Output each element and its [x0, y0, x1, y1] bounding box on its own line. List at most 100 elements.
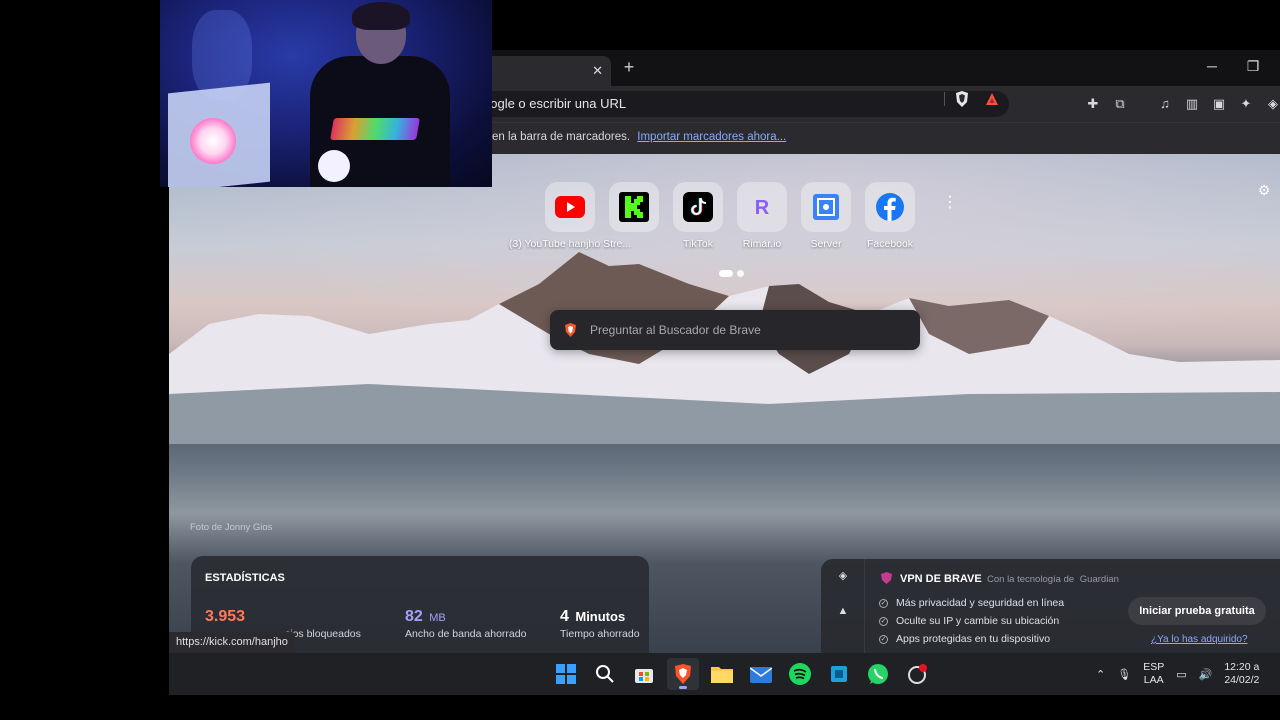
search-icon — [596, 665, 614, 683]
vpn-subtitle: Con la tecnología de Guardian — [987, 574, 1119, 585]
top-site-facebook[interactable]: Facebook — [865, 182, 915, 250]
vpn-card: ◈ ▲ VPN DE BRAVE Con la tecnología de Gu… — [821, 559, 1280, 653]
stats-title: ESTADÍSTICAS — [205, 572, 285, 584]
top-site-label: Facebook — [866, 238, 914, 250]
microphone-icon[interactable]: 🎙 — [1117, 668, 1131, 681]
rimar-icon: R — [755, 197, 770, 219]
app-notify-button[interactable] — [901, 658, 933, 690]
language-indicator[interactable]: ESP LAA — [1143, 661, 1164, 687]
brave-shields-icon[interactable] — [955, 91, 969, 107]
top-sites: (3) YouTube hanjho Stre... TikTok R Rima… — [509, 182, 915, 250]
vpn-icon[interactable]: ◈ — [1264, 95, 1280, 113]
vpn-feature-text: Oculte su IP y cambie su ubicación — [896, 615, 1060, 627]
stat-time-value: 4 — [560, 608, 569, 625]
app-button[interactable] — [823, 658, 855, 690]
file-explorer-button[interactable] — [706, 658, 738, 690]
vpn-title: VPN DE BRAVE — [900, 573, 982, 585]
guardian-logo: Guardian — [1079, 574, 1119, 585]
pager-dot-active[interactable] — [719, 270, 733, 277]
brave-lion-icon — [565, 323, 576, 337]
tiktok-icon — [683, 192, 713, 222]
search-placeholder: Preguntar al Buscador de Brave — [590, 323, 761, 337]
check-icon: ✓ — [879, 634, 888, 644]
top-sites-more-icon[interactable]: ⋮ — [942, 195, 958, 211]
webcam-pc-fan — [190, 118, 236, 164]
top-site-youtube[interactable]: (3) YouTube hanjho Stre... — [509, 182, 631, 250]
search-input[interactable]: Preguntar al Buscador de Brave — [550, 310, 920, 350]
kick-icon — [619, 192, 649, 222]
vpn-widget-icon[interactable]: ◈ — [836, 569, 850, 583]
new-tab-page: ⚙ (3) YouTube hanjho Stre... TikTok R Ri… — [169, 154, 1280, 653]
start-button[interactable] — [550, 658, 582, 690]
spotify-button[interactable] — [784, 658, 816, 690]
clock-time: 12:20 a — [1224, 661, 1260, 673]
vpn-features: ✓ Más privacidad y seguridad en línea ✓ Oc… — [879, 594, 1064, 648]
chevron-up-icon[interactable]: ⌃ — [1096, 668, 1105, 681]
leo-ai-icon[interactable]: ✦ — [1237, 95, 1255, 113]
clock-date: 24/02/2 — [1224, 674, 1260, 686]
webcam-rgb-keyboard — [330, 118, 420, 140]
webcam-overlay — [160, 0, 492, 187]
server-icon — [813, 194, 839, 220]
vpn-subtitle-text: Con la tecnología de — [987, 574, 1075, 585]
file-explorer-icon — [711, 667, 733, 683]
webcam-lamp — [318, 150, 350, 182]
system-tray: ⌃ 🎙 ESP LAA ▭ 🔊 12:20 a 24/02/2 — [1096, 653, 1259, 695]
stat-time: 4 Minutos Tiempo ahorrado — [560, 608, 640, 640]
bookmarks-hint: en la barra de marcadores. — [492, 131, 631, 143]
store-button[interactable] — [628, 658, 660, 690]
extensions-icon[interactable]: ✚ — [1084, 95, 1102, 113]
brave-rewards-icon[interactable] — [985, 92, 999, 106]
screen: a ✕ + ─ ❐ oogle o escribir una URL ✚ ⧉ — [0, 0, 1280, 720]
minimize-button[interactable]: ─ — [1202, 58, 1222, 74]
stat-blocked-value: 3.953 — [205, 608, 246, 625]
mail-icon — [750, 667, 772, 683]
sidebar-icon[interactable]: ▥ — [1183, 95, 1201, 113]
app-notify-icon — [908, 664, 927, 684]
vpn-feature-text: Más privacidad y seguridad en línea — [896, 597, 1065, 609]
vpn-purchased-link[interactable]: ¿Ya lo has adquirido? — [1151, 634, 1248, 645]
svg-text:R: R — [755, 197, 770, 219]
brave-icon — [675, 664, 691, 684]
new-tab-button[interactable]: + — [619, 58, 639, 78]
wallet-icon[interactable]: ▣ — [1210, 95, 1228, 113]
clock[interactable]: 12:20 a 24/02/2 — [1224, 661, 1259, 687]
mail-button[interactable] — [745, 658, 777, 690]
top-sites-pager — [719, 270, 744, 277]
webcam-person-hair — [352, 2, 410, 30]
urlbar-separator — [944, 92, 945, 106]
vpn-feature: ✓ Más privacidad y seguridad en línea — [879, 594, 1064, 612]
media-icon[interactable]: ♫ — [1156, 95, 1174, 113]
lang-line2: LAA — [1143, 674, 1164, 686]
stat-bandwidth-label: Ancho de banda ahorrado — [405, 628, 527, 640]
whatsapp-icon — [868, 664, 888, 684]
import-bookmarks-link[interactable]: Importar marcadores ahora... — [637, 131, 786, 143]
check-icon: ✓ — [879, 598, 888, 608]
rewards-widget-icon[interactable]: ▲ — [836, 605, 850, 619]
toolbar-icons: ✚ ⧉ ♫ ▥ ▣ ✦ ◈ — [1084, 95, 1280, 113]
stat-bandwidth-unit: MB — [429, 612, 446, 624]
check-icon: ✓ — [879, 616, 888, 626]
stat-time-unit: Minutos — [575, 609, 626, 624]
vpn-feature-text: Apps protegidas en tu dispositivo — [896, 633, 1051, 645]
stat-time-label: Tiempo ahorrado — [560, 628, 640, 640]
vpn-trial-button[interactable]: Iniciar prueba gratuita — [1128, 597, 1266, 625]
pager-dot[interactable] — [737, 270, 744, 277]
volume-icon[interactable]: 🔊 — [1199, 668, 1213, 681]
taskbar-apps — [550, 658, 933, 690]
status-url-tooltip: https://kick.com/hanjho — [169, 632, 295, 653]
screenshot-icon[interactable]: ⧉ — [1111, 95, 1129, 113]
brave-taskbar-button[interactable] — [667, 658, 699, 690]
taskbar: ⌃ 🎙 ESP LAA ▭ 🔊 12:20 a 24/02/2 — [169, 653, 1280, 695]
vpn-shield-icon — [881, 572, 892, 584]
network-icon[interactable]: ▭ — [1176, 668, 1186, 681]
store-icon — [635, 669, 653, 683]
whatsapp-button[interactable] — [862, 658, 894, 690]
vpn-feature: ✓ Apps protegidas en tu dispositivo — [879, 630, 1064, 648]
customize-gear-icon[interactable]: ⚙ — [1256, 182, 1272, 198]
start-icon — [556, 664, 576, 684]
tab-close-button[interactable]: ✕ — [592, 56, 603, 86]
search-button[interactable] — [589, 658, 621, 690]
photo-credit[interactable]: Foto de Jonny Gios — [190, 522, 272, 533]
restore-button[interactable]: ❐ — [1243, 58, 1263, 75]
